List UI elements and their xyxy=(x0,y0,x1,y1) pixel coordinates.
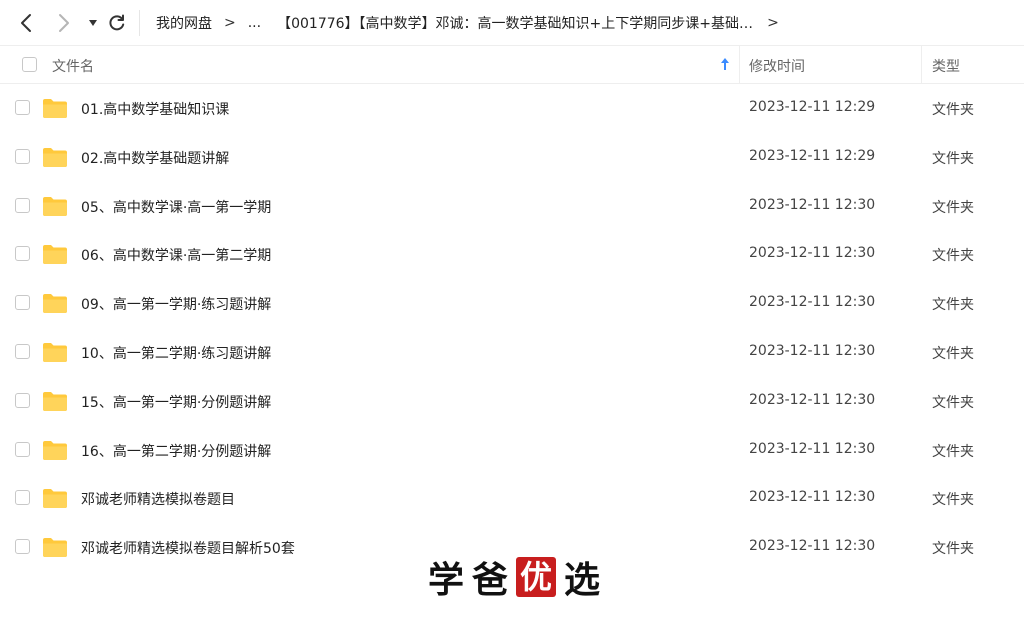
refresh-button[interactable] xyxy=(105,10,129,36)
file-type: 文件夹 xyxy=(932,394,974,411)
file-type: 文件夹 xyxy=(932,102,974,118)
row-checkbox[interactable] xyxy=(15,148,30,164)
file-type: 文件夹 xyxy=(932,199,974,216)
folder-icon xyxy=(43,538,67,558)
file-type: 文件夹 xyxy=(932,492,974,509)
sort-ascending-button[interactable] xyxy=(720,57,730,75)
file-type: 文件夹 xyxy=(932,443,974,460)
folder-icon xyxy=(43,391,67,411)
file-list: 01.高中数学基础知识课 2023-12-11 12:29 文件夹 02.高中数学基础… xyxy=(0,84,1024,572)
column-header-type[interactable]: 类型 xyxy=(932,56,960,76)
folder-icon xyxy=(43,147,67,167)
file-type: 文件夹 xyxy=(932,345,974,362)
column-divider[interactable] xyxy=(739,46,740,83)
file-name[interactable]: 10、高一第二学期·练习题讲解 xyxy=(81,343,271,363)
breadcrumb-separator: > xyxy=(767,15,779,31)
file-type: 文件夹 xyxy=(932,150,974,167)
row-checkbox[interactable] xyxy=(15,246,30,262)
breadcrumb: 我的网盘 > ... 【001776】【高中数学】邓诚：高一数学基础知识+上下学… xyxy=(156,0,791,46)
folder-icon xyxy=(43,294,67,314)
arrow-up-icon xyxy=(721,58,729,70)
table-row[interactable]: 05、高中数学课·高一第一学期 2023-12-11 12:30 文件夹 xyxy=(0,182,1024,231)
file-type: 文件夹 xyxy=(932,541,974,558)
file-name[interactable]: 15、高一第一学期·分例题讲解 xyxy=(81,392,271,412)
breadcrumb-separator: > xyxy=(224,15,236,31)
breadcrumb-ellipsis[interactable]: ... xyxy=(248,15,261,31)
file-modified-time: 2023-12-11 12:30 xyxy=(749,391,876,408)
table-row[interactable]: 06、高中数学课·高一第二学期 2023-12-11 12:30 文件夹 xyxy=(0,230,1024,279)
file-modified-time: 2023-12-11 12:30 xyxy=(749,342,876,359)
nav-divider xyxy=(139,10,140,36)
table-row[interactable]: 16、高一第二学期·分例题讲解 2023-12-11 12:30 文件夹 xyxy=(0,426,1024,475)
file-modified-time: 2023-12-11 12:30 xyxy=(749,489,876,506)
folder-icon xyxy=(43,196,67,216)
file-modified-time: 2023-12-11 12:30 xyxy=(749,538,876,555)
watermark-seal: 优 xyxy=(516,557,556,597)
watermark-logo: 学 爸 优 选 xyxy=(424,555,604,601)
file-name[interactable]: 邓诚老师精选模拟卷题目 xyxy=(81,489,235,509)
file-modified-time: 2023-12-11 12:29 xyxy=(749,99,876,115)
row-checkbox[interactable] xyxy=(15,392,30,408)
select-all-checkbox[interactable] xyxy=(22,57,37,72)
history-dropdown-button[interactable] xyxy=(81,10,105,36)
file-list-header: 文件名 修改时间 类型 xyxy=(0,46,1024,84)
file-name[interactable]: 01.高中数学基础知识课 xyxy=(81,99,229,119)
watermark-char: 爸 xyxy=(471,559,508,601)
row-checkbox[interactable] xyxy=(15,295,30,311)
folder-icon xyxy=(43,245,67,265)
folder-icon xyxy=(43,99,67,118)
table-row[interactable]: 02.高中数学基础题讲解 2023-12-11 12:29 文件夹 xyxy=(0,133,1024,182)
watermark-char: 选 xyxy=(563,559,600,601)
breadcrumb-root[interactable]: 我的网盘 xyxy=(156,13,212,33)
chevron-right-icon xyxy=(59,14,69,32)
file-name[interactable]: 邓诚老师精选模拟卷题目解析50套 xyxy=(81,538,295,558)
back-button[interactable] xyxy=(14,10,38,36)
file-name[interactable]: 06、高中数学课·高一第二学期 xyxy=(81,245,271,265)
file-name[interactable]: 05、高中数学课·高一第一学期 xyxy=(81,197,271,217)
caret-down-icon xyxy=(89,20,97,26)
breadcrumb-current-folder[interactable]: 【001776】【高中数学】邓诚：高一数学基础知识+上下学期同步课+基础课阶段.… xyxy=(277,13,755,33)
column-header-modified[interactable]: 修改时间 xyxy=(749,56,805,76)
table-row[interactable]: 01.高中数学基础知识课 2023-12-11 12:29 文件夹 xyxy=(0,84,1024,133)
file-name[interactable]: 09、高一第一学期·练习题讲解 xyxy=(81,294,271,314)
file-type: 文件夹 xyxy=(932,248,974,265)
row-checkbox[interactable] xyxy=(15,441,30,457)
forward-button[interactable] xyxy=(52,10,76,36)
file-name[interactable]: 02.高中数学基础题讲解 xyxy=(81,148,229,168)
file-modified-time: 2023-12-11 12:30 xyxy=(749,294,876,311)
file-name[interactable]: 16、高一第二学期·分例题讲解 xyxy=(81,441,271,461)
row-checkbox[interactable] xyxy=(15,100,30,115)
chevron-left-icon xyxy=(21,14,31,32)
table-row[interactable]: 邓诚老师精选模拟卷题目 2023-12-11 12:30 文件夹 xyxy=(0,474,1024,523)
file-modified-time: 2023-12-11 12:30 xyxy=(749,245,876,262)
row-checkbox[interactable] xyxy=(15,490,30,506)
row-checkbox[interactable] xyxy=(15,539,30,555)
navigation-bar: 我的网盘 > ... 【001776】【高中数学】邓诚：高一数学基础知识+上下学… xyxy=(0,0,1024,46)
file-modified-time: 2023-12-11 12:29 xyxy=(749,147,876,164)
row-checkbox[interactable] xyxy=(15,197,30,213)
folder-icon xyxy=(43,489,67,509)
table-row[interactable]: 09、高一第一学期·练习题讲解 2023-12-11 12:30 文件夹 xyxy=(0,279,1024,328)
row-checkbox[interactable] xyxy=(15,343,30,359)
folder-icon xyxy=(43,342,67,362)
folder-icon xyxy=(43,440,67,460)
column-divider[interactable] xyxy=(921,46,922,83)
watermark-char: 学 xyxy=(427,559,464,601)
column-header-name[interactable]: 文件名 xyxy=(52,56,94,76)
file-type: 文件夹 xyxy=(932,297,974,314)
table-row[interactable]: 15、高一第一学期·分例题讲解 2023-12-11 12:30 文件夹 xyxy=(0,377,1024,426)
refresh-icon xyxy=(109,14,125,31)
table-row[interactable]: 10、高一第二学期·练习题讲解 2023-12-11 12:30 文件夹 xyxy=(0,328,1024,377)
file-modified-time: 2023-12-11 12:30 xyxy=(749,440,876,457)
file-modified-time: 2023-12-11 12:30 xyxy=(749,196,876,213)
